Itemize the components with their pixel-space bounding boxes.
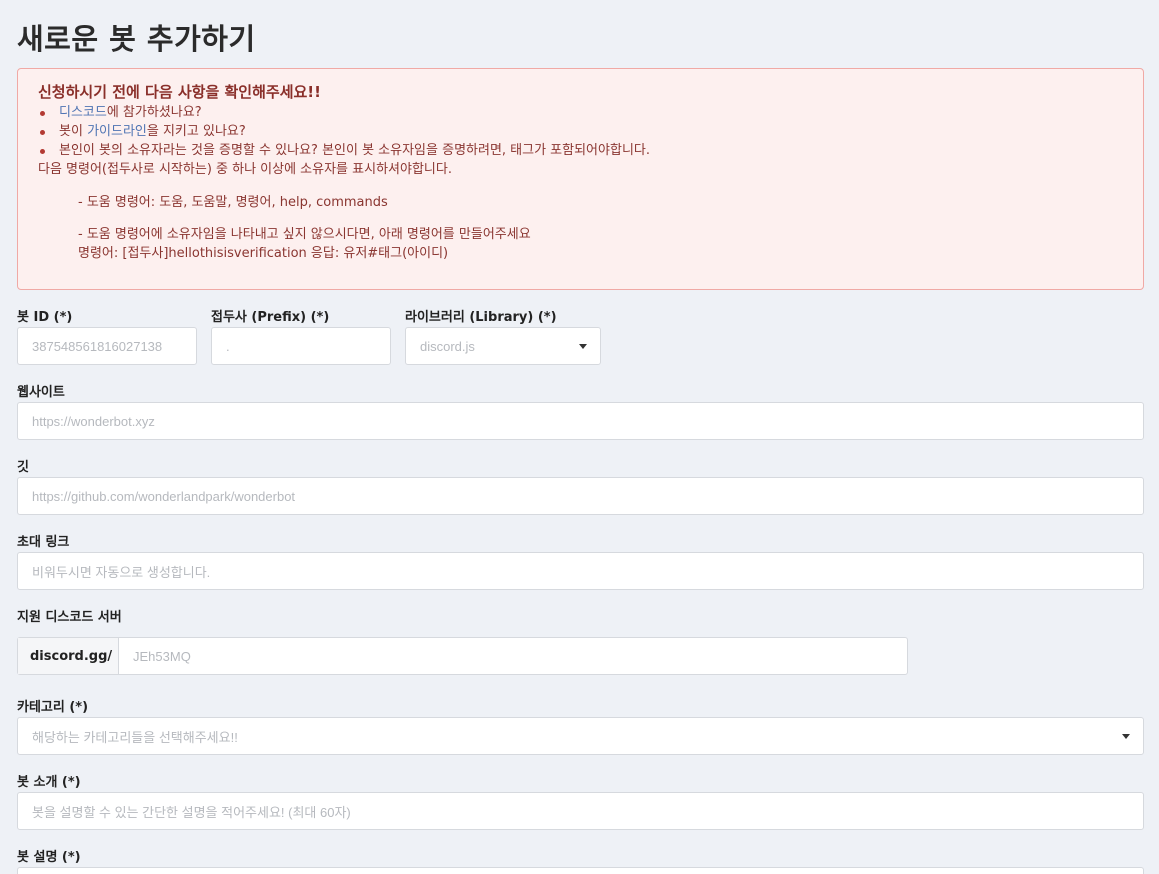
git-placeholder: https://github.com/wonderlandpark/wonder… [32, 488, 296, 504]
invite-input[interactable]: 비워두시면 자동으로 생성합니다. [17, 552, 1144, 590]
support-server-prefix: discord.gg/ [18, 638, 119, 674]
notice-item-guideline-prefix: 봇이 [59, 124, 88, 139]
support-server-input[interactable]: JEh53MQ [119, 638, 907, 674]
support-server-placeholder: JEh53MQ [133, 648, 191, 664]
notice-help-commands: - 도움 명령어: 도움, 도움말, 명령어, help, commands [78, 195, 388, 210]
notice-box: 신청하시기 전에 다음 사항을 확인해주세요!! 디스코드에 참가하셨나요? 봇… [17, 68, 1144, 290]
description-label: 봇 설명 (*) [17, 850, 81, 865]
website-placeholder: https://wonderbot.xyz [32, 413, 155, 429]
notice-list: 디스코드에 참가하셨나요? 봇이 가이드라인을 지키고 있나요? 본인이 봇의 … [38, 103, 1123, 160]
discord-link[interactable]: 디스코드 [59, 105, 107, 120]
notice-owner-instruction: 다음 명령어(접두사로 시작하는) 중 하나 이상에 소유자를 표시하셔야합니다… [38, 162, 452, 177]
intro-input[interactable]: 봇을 설명할 수 있는 간단한 설명을 적어주세요! (최대 60자) [17, 792, 1144, 830]
notice-verification-command: 명령어: [접두사]hellothisisverification 응답: 유저… [78, 246, 449, 261]
chevron-down-icon [1122, 734, 1130, 739]
website-label: 웹사이트 [17, 385, 65, 400]
library-value: discord.js [420, 338, 475, 354]
page-title: 새로운 봇 추가하기 [17, 22, 256, 56]
notice-item-discord: 디스코드에 참가하셨나요? [38, 103, 1123, 122]
website-input[interactable]: https://wonderbot.xyz [17, 402, 1144, 440]
chevron-down-icon [579, 344, 587, 349]
category-select[interactable]: 해당하는 카테고리들을 선택해주세요!! [17, 717, 1144, 755]
add-bot-page: 새로운 봇 추가하기 신청하시기 전에 다음 사항을 확인해주세요!! 디스코드… [0, 0, 1159, 874]
bot-id-placeholder: 387548561816027138 [32, 338, 163, 354]
prefix-label: 접두사 (Prefix) (*) [211, 310, 330, 325]
guideline-link[interactable]: 가이드라인 [87, 124, 147, 139]
intro-label: 봇 소개 (*) [17, 775, 81, 790]
prefix-placeholder: . [226, 338, 230, 354]
support-server-group: discord.gg/ JEh53MQ [17, 637, 908, 675]
notice-alt-instruction: - 도움 명령어에 소유자임을 나타내고 싶지 않으시다면, 아래 명령어를 만… [78, 227, 531, 242]
library-label: 라이브러리 (Library) (*) [405, 310, 557, 325]
notice-item-guideline-text: 을 지키고 있나요? [146, 124, 246, 139]
git-input[interactable]: https://github.com/wonderlandpark/wonder… [17, 477, 1144, 515]
git-label: 깃 [17, 460, 29, 475]
bot-id-input[interactable]: 387548561816027138 [17, 327, 197, 365]
support-server-label: 지원 디스코드 서버 [17, 610, 122, 625]
bot-id-label: 봇 ID (*) [17, 310, 73, 325]
prefix-input[interactable]: . [211, 327, 391, 365]
category-label: 카테고리 (*) [17, 700, 89, 715]
notice-item-discord-text: 에 참가하셨나요? [106, 105, 202, 120]
notice-item-owner: 본인이 봇의 소유자라는 것을 증명할 수 있나요? 본인이 봇 소유자임을 증… [38, 141, 1123, 160]
description-textarea[interactable] [17, 867, 1144, 874]
notice-title: 신청하시기 전에 다음 사항을 확인해주세요!! [38, 83, 321, 101]
invite-label: 초대 링크 [17, 535, 70, 550]
notice-item-guideline: 봇이 가이드라인을 지키고 있나요? [38, 122, 1123, 141]
intro-placeholder: 봇을 설명할 수 있는 간단한 설명을 적어주세요! (최대 60자) [32, 804, 351, 820]
category-placeholder: 해당하는 카테고리들을 선택해주세요!! [32, 729, 238, 745]
library-select[interactable]: discord.js [405, 327, 601, 365]
invite-placeholder: 비워두시면 자동으로 생성합니다. [32, 564, 211, 580]
